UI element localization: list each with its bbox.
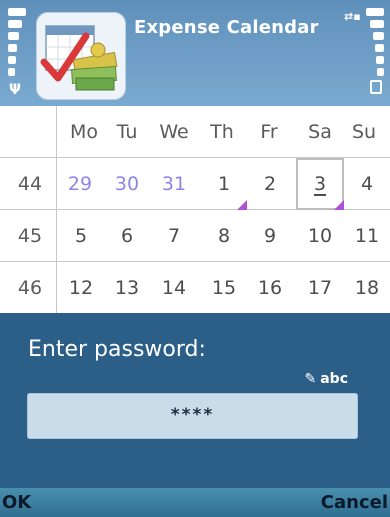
password-dialog: Enter password: ✎ abc **** (0, 313, 390, 488)
calendar-day[interactable]: 17 (296, 262, 344, 314)
calendar-day[interactable]: 14 (150, 262, 198, 314)
calendar-day[interactable]: 30 (103, 158, 151, 210)
selected-day-label: 3 (313, 173, 327, 195)
calendar-day[interactable]: 29 (56, 158, 104, 210)
softkey-bar: OK Cancel (0, 488, 390, 517)
calendar-day[interactable]: 8 (200, 210, 248, 262)
weekday-header: Th (210, 121, 234, 143)
week-number: 45 (17, 225, 43, 247)
input-mode-label: abc (320, 371, 348, 387)
calendar-day[interactable]: 11 (343, 210, 390, 262)
password-value: **** (170, 405, 215, 425)
calendar-day[interactable]: 6 (103, 210, 151, 262)
calendar-day[interactable]: 2 (246, 158, 294, 210)
month-calendar-grid: Mo Tu We Th Fr Sa Su 44 29 30 31 1 2 3 4… (0, 106, 390, 313)
battery-icon (362, 8, 384, 96)
calendar-day[interactable]: 15 (200, 262, 248, 314)
status-bar: Ψ Expense Calendar ⇄▪ (0, 0, 390, 106)
password-prompt: Enter password: (28, 337, 206, 362)
calendar-day[interactable]: 18 (343, 262, 390, 314)
weekday-header: Mo (69, 121, 99, 143)
cancel-softkey[interactable]: Cancel (321, 492, 388, 513)
signal-strength-icon: Ψ (8, 8, 28, 98)
calendar-day[interactable]: 5 (57, 210, 105, 262)
ok-softkey[interactable]: OK (2, 492, 31, 513)
calendar-day[interactable]: 7 (150, 210, 198, 262)
weekday-header: Fr (260, 121, 278, 143)
calendar-day[interactable]: 4 (343, 158, 390, 210)
expense-calendar-icon (36, 12, 126, 100)
weekday-header: Sa (308, 121, 332, 143)
weekday-header: We (159, 121, 189, 143)
transfer-indicator-icon: ⇄▪ (344, 10, 361, 23)
input-mode-indicator: ✎ abc (304, 371, 348, 387)
calendar-day[interactable]: 10 (296, 210, 344, 262)
calendar-day[interactable]: 16 (246, 262, 294, 314)
pencil-icon: ✎ (304, 371, 317, 387)
week-number: 46 (17, 277, 43, 299)
calendar-day[interactable]: 13 (103, 262, 151, 314)
weekday-header: Tu (116, 121, 138, 143)
calendar-day[interactable]: 12 (57, 262, 105, 314)
weekday-header: Su (351, 121, 377, 143)
week-number: 44 (17, 173, 43, 195)
calendar-day[interactable]: 9 (246, 210, 294, 262)
password-field[interactable]: **** (27, 393, 358, 439)
calendar-day[interactable]: 31 (150, 158, 198, 210)
app-title: Expense Calendar (134, 17, 319, 38)
